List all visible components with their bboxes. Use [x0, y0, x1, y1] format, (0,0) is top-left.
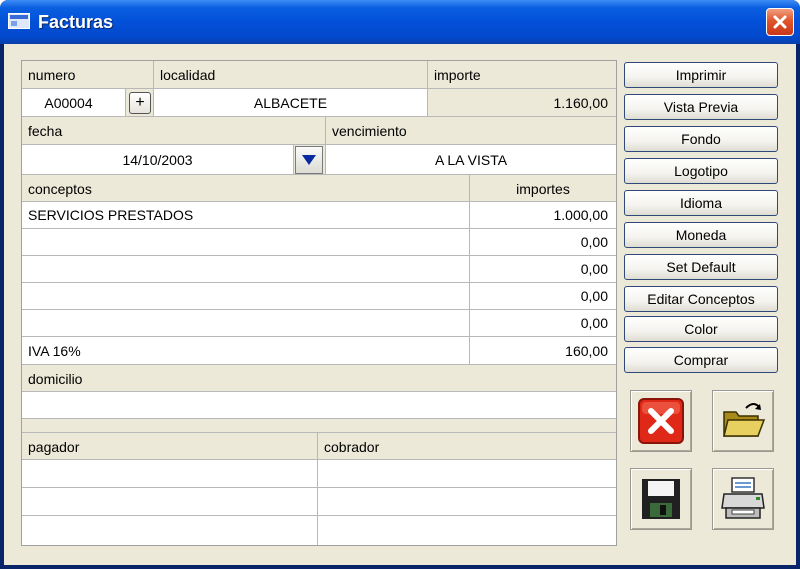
- open-button[interactable]: [712, 390, 774, 452]
- dropdown-arrow-icon: [302, 155, 316, 165]
- invoice-form: numero localidad importe A00004 + ALBACE…: [21, 60, 617, 546]
- importe-label: importe: [428, 61, 616, 89]
- importe-cell[interactable]: 160,00: [470, 337, 616, 365]
- title-bar[interactable]: Facturas: [0, 0, 800, 44]
- domicilio-field[interactable]: [22, 392, 616, 419]
- vencimiento-field[interactable]: A LA VISTA: [326, 145, 616, 175]
- comprar-button[interactable]: Comprar: [624, 347, 778, 373]
- window-client: numero localidad importe A00004 + ALBACE…: [4, 44, 796, 565]
- numero-label: numero: [22, 61, 154, 89]
- logotipo-button[interactable]: Logotipo: [624, 158, 778, 184]
- color-button[interactable]: Color: [624, 316, 778, 342]
- editar-conceptos-button[interactable]: Editar Conceptos: [624, 286, 778, 312]
- cobrador-label: cobrador: [318, 433, 616, 460]
- importe-cell[interactable]: 0,00: [470, 283, 616, 310]
- pagador-field[interactable]: [22, 460, 318, 488]
- window-title: Facturas: [38, 12, 114, 32]
- importe-cell[interactable]: 0,00: [470, 310, 616, 337]
- localidad-label: localidad: [154, 61, 428, 89]
- pagador-field[interactable]: [22, 488, 318, 516]
- concepto-cell[interactable]: IVA 16%: [22, 337, 470, 365]
- vencimiento-label: vencimiento: [326, 117, 616, 145]
- moneda-button[interactable]: Moneda: [624, 222, 778, 248]
- app-icon: [8, 13, 30, 29]
- form-spacer: [22, 419, 616, 433]
- cobrador-field[interactable]: [318, 488, 616, 516]
- open-folder-icon: [723, 403, 766, 437]
- cobrador-field[interactable]: [318, 460, 616, 488]
- cancel-icon: [638, 398, 684, 444]
- importe-field: 1.160,00: [428, 89, 616, 117]
- fecha-label: fecha: [22, 117, 326, 145]
- concepto-cell[interactable]: [22, 310, 470, 337]
- concepto-cell[interactable]: [22, 229, 470, 256]
- save-disk-icon: [642, 479, 680, 519]
- set-default-button[interactable]: Set Default: [624, 254, 778, 280]
- fecha-field[interactable]: 14/10/2003: [22, 145, 294, 175]
- importe-cell[interactable]: 0,00: [470, 229, 616, 256]
- importes-header: importes: [470, 175, 616, 202]
- numero-add-button[interactable]: +: [129, 92, 151, 114]
- localidad-field[interactable]: ALBACETE: [154, 89, 428, 117]
- cobrador-field[interactable]: [318, 516, 616, 545]
- app-window: Facturas numero localidad importe A00004…: [0, 0, 800, 569]
- pagador-label: pagador: [22, 433, 318, 460]
- pagador-field[interactable]: [22, 516, 318, 545]
- concepto-cell[interactable]: [22, 256, 470, 283]
- idioma-button[interactable]: Idioma: [624, 190, 778, 216]
- print-button[interactable]: [712, 468, 774, 530]
- vista-previa-button[interactable]: Vista Previa: [624, 94, 778, 120]
- concepto-cell[interactable]: [22, 283, 470, 310]
- close-button[interactable]: [766, 8, 794, 36]
- importe-cell[interactable]: 1.000,00: [470, 202, 616, 229]
- concepto-cell[interactable]: SERVICIOS PRESTADOS: [22, 202, 470, 229]
- imprimir-button[interactable]: Imprimir: [624, 62, 778, 88]
- save-button[interactable]: [630, 468, 692, 530]
- domicilio-label: domicilio: [22, 365, 616, 392]
- conceptos-header: conceptos: [22, 175, 470, 202]
- printer-icon: [721, 477, 765, 519]
- cancel-button[interactable]: [630, 390, 692, 452]
- close-icon: [773, 15, 787, 29]
- numero-field[interactable]: A00004: [22, 89, 126, 117]
- fecha-dropdown-button[interactable]: [295, 146, 323, 174]
- fondo-button[interactable]: Fondo: [624, 126, 778, 152]
- importe-cell[interactable]: 0,00: [470, 256, 616, 283]
